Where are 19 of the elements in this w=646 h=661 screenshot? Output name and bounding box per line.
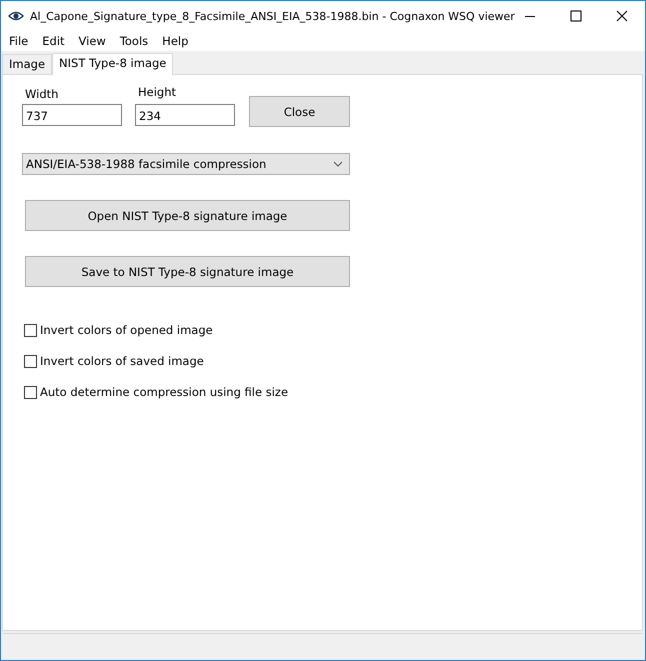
action-button[interactable]: Open NIST Type-8 signature image [25, 200, 350, 231]
checkbox-label: Invert colors of saved image [40, 354, 204, 368]
field-label: Width [25, 87, 60, 101]
tab[interactable]: NIST Type-8 image [52, 53, 174, 75]
menu-item[interactable]: Help [162, 34, 188, 48]
input-field[interactable]: 234 [135, 104, 235, 126]
field-label: Height [138, 85, 178, 99]
input-field[interactable]: 737 [22, 104, 122, 126]
menu-item[interactable]: Tools [120, 34, 148, 48]
menu-item[interactable]: Edit [42, 34, 65, 48]
action-button[interactable]: Save to NIST Type-8 signature image [25, 256, 350, 287]
menu-item[interactable]: File [9, 34, 28, 48]
tab[interactable]: Image [2, 54, 52, 74]
checkbox-label: Invert colors of opened image [40, 323, 213, 337]
checkbox-label: Auto determine compression using file size [40, 385, 288, 399]
menu-item[interactable]: View [78, 34, 106, 48]
close-button[interactable]: Close [249, 96, 350, 127]
window-title: Al_Capone_Signature_type_8_Facsimile_ANSI_EIA_538-1988.bin - Cognaxon WSQ viewer [30, 10, 514, 22]
compression-dropdown[interactable]: ANSI/EIA-538-1988 facsimile compression [22, 153, 350, 175]
